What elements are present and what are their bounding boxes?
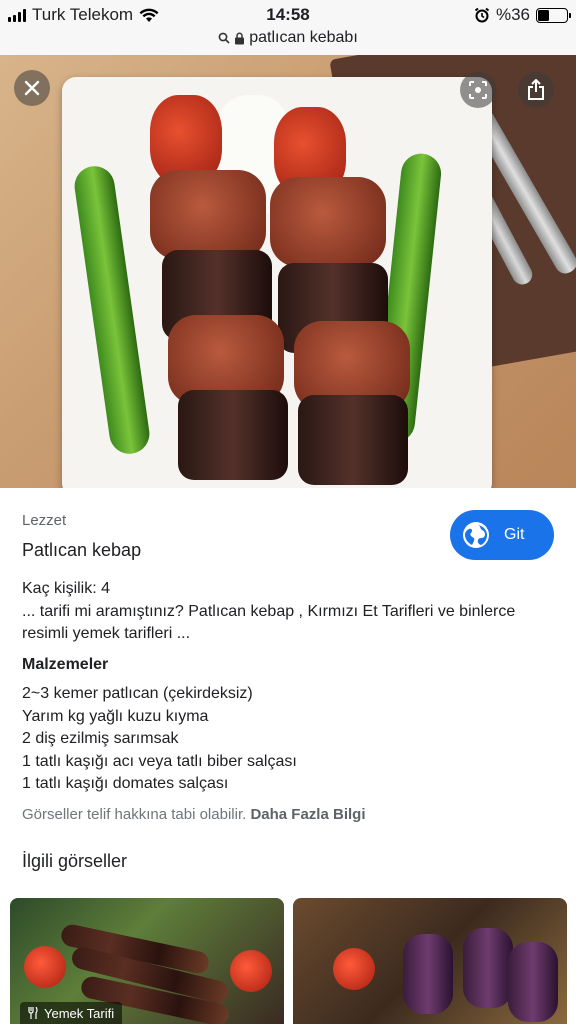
source-name: Lezzet — [22, 512, 67, 529]
utensils-icon — [28, 1007, 38, 1019]
result-title[interactable]: Patlıcan kebap — [22, 540, 141, 561]
address-domain: patlıcan kebabı — [249, 29, 358, 46]
meat-shape — [270, 177, 386, 267]
share-button[interactable] — [518, 72, 554, 108]
battery-icon — [536, 7, 571, 23]
visit-label: Git — [504, 526, 525, 543]
tomato-shape — [230, 950, 272, 992]
lens-button[interactable] — [460, 72, 496, 108]
lens-icon — [469, 81, 487, 99]
status-bar: Turk Telekom 14:58 %36 — [0, 0, 576, 28]
alarm-icon — [474, 7, 490, 23]
eggplant-shape — [463, 928, 513, 1008]
ingredient-item: 2 diş ezilmiş sarımsak — [22, 730, 179, 747]
more-info-link[interactable]: Daha Fazla Bilgi — [250, 806, 365, 823]
result-description: Kaç kişilik: 4 ... tarifi mi aramıştınız… — [22, 578, 542, 646]
tomato-shape — [333, 948, 375, 990]
tomato-shape — [24, 946, 66, 988]
servings-text: Kaç kişilik: 4 — [22, 580, 111, 597]
eggplant-shape — [298, 395, 408, 485]
related-image[interactable]: Yemek Tarifi — [10, 898, 284, 1024]
source-badge: Yemek Tarifi — [20, 1002, 123, 1024]
globe-icon — [463, 522, 489, 548]
ingredient-item: 1 tatlı kaşığı domates salçası — [22, 775, 229, 792]
close-icon — [24, 80, 40, 96]
badge-label: Yemek Tarifi — [44, 1005, 115, 1021]
ingredients-heading: Malzemeler — [22, 656, 109, 673]
ingredients-list: 2~3 kemer patlıcan (çekirdeksiz) Yarım k… — [22, 683, 297, 796]
eggplant-shape — [178, 390, 288, 480]
hero-image[interactable] — [0, 55, 576, 488]
close-button[interactable] — [14, 70, 50, 106]
visit-button[interactable]: Git — [450, 510, 554, 560]
meat-shape — [150, 170, 266, 260]
eggplant-shape — [403, 934, 453, 1014]
battery-fill — [538, 9, 549, 21]
related-image[interactable] — [293, 898, 567, 1024]
copyright-text: Görseller telif hakkına tabi olabilir. — [22, 806, 247, 823]
description-text: ... tarifi mi aramıştınız? Patlıcan keba… — [22, 602, 516, 643]
ingredient-item: Yarım kg yağlı kuzu kıyma — [22, 707, 209, 725]
eggplant-shape — [508, 942, 558, 1022]
lock-icon — [235, 32, 245, 44]
status-right: %36 — [474, 5, 571, 25]
address-text[interactable]: patlıcan kebabı — [218, 28, 358, 48]
battery-percent: %36 — [495, 5, 530, 24]
ingredient-item: 2~3 kemer patlıcan (çekirdeksiz) — [22, 685, 253, 702]
related-heading: İlgili görseller — [22, 851, 128, 871]
copyright-notice: Görseller telif hakkına tabi olabilir. D… — [22, 806, 365, 823]
ingredient-item: 1 tatlı kaşığı acı veya tatlı biber salç… — [22, 752, 297, 770]
address-bar[interactable]: patlıcan kebabı — [0, 28, 576, 55]
share-icon — [528, 79, 544, 100]
search-icon — [218, 32, 230, 44]
